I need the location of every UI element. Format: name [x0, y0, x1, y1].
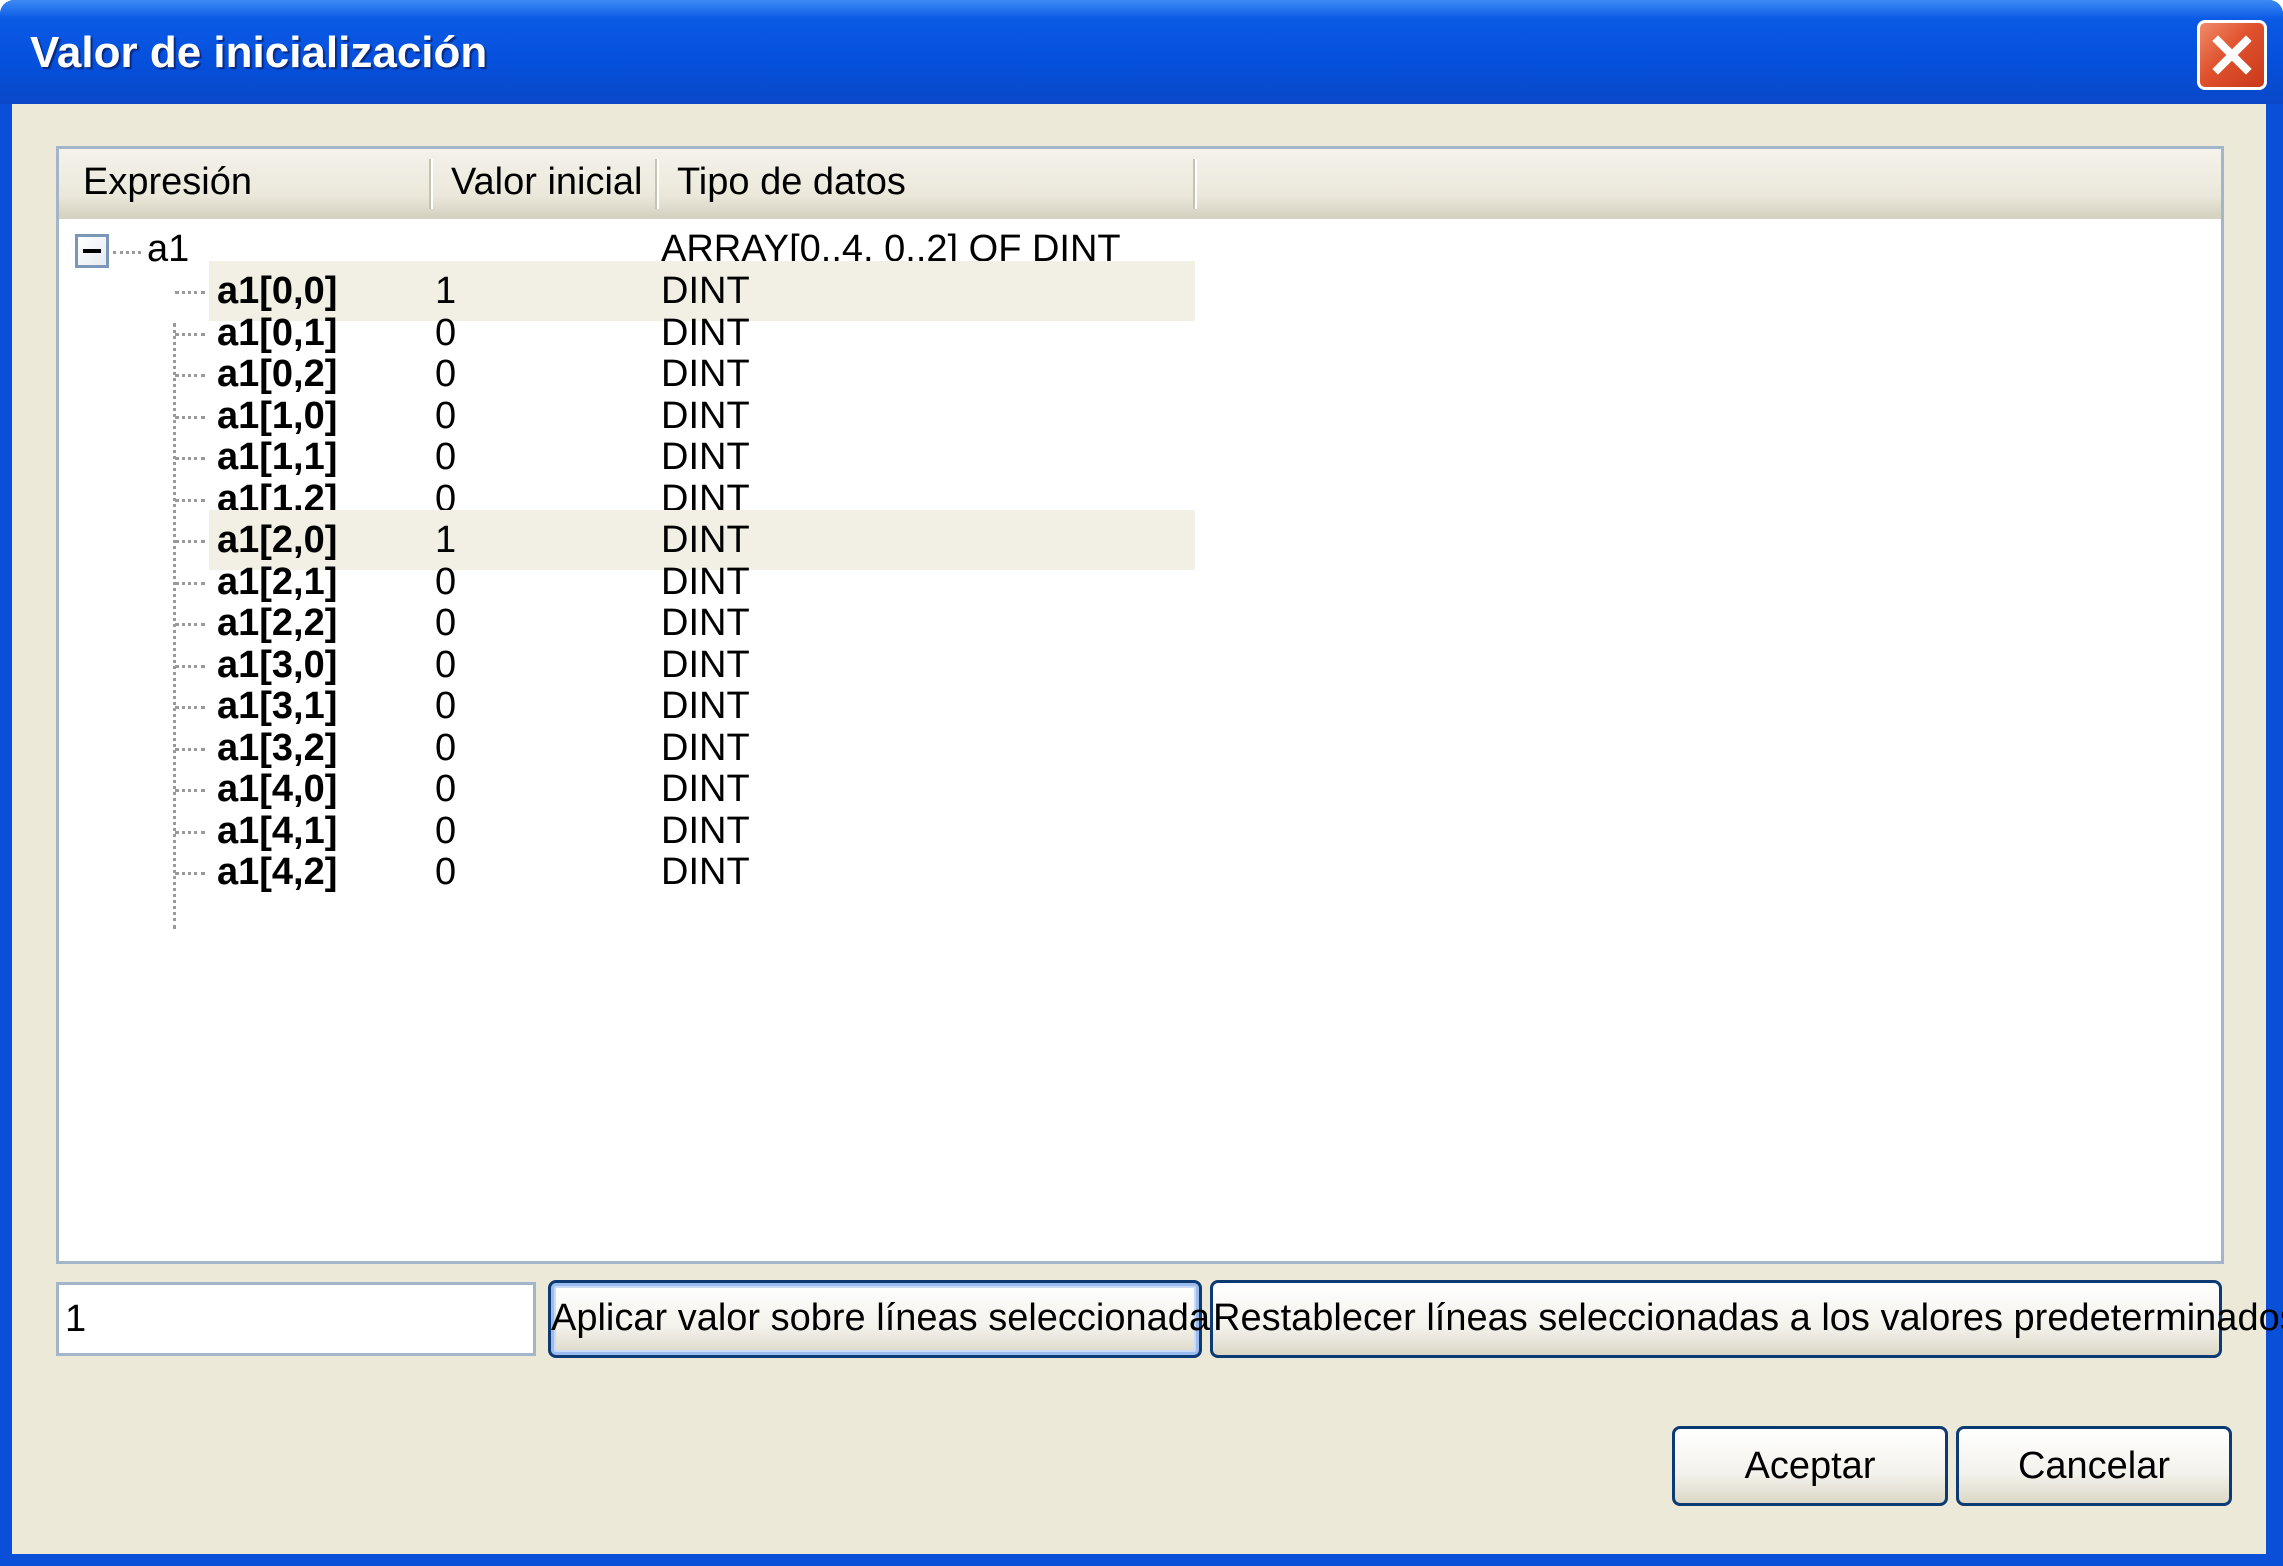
row-expression: a1[4,2]: [217, 851, 338, 893]
tree-connector-line: [175, 457, 205, 460]
tree-connector-line: [175, 831, 205, 834]
tree-connector-line: [175, 374, 205, 377]
row-initial-value[interactable]: 0: [435, 842, 456, 902]
tree-connector-line: [175, 333, 205, 336]
title-bar[interactable]: Valor de inicialización: [0, 0, 2283, 104]
tree-connector-line: [175, 499, 205, 502]
dialog-client-area: Expresión Valor inicial Tipo de datos a1…: [12, 104, 2283, 1554]
tree-connector-line: [175, 789, 205, 792]
tree-connector-line: [175, 872, 205, 875]
initial-value-input[interactable]: 1: [56, 1282, 536, 1356]
ok-button[interactable]: Aceptar: [1672, 1426, 1948, 1506]
init-value-tree-list[interactable]: Expresión Valor inicial Tipo de datos a1…: [56, 146, 2224, 1264]
column-header-row: Expresión Valor inicial Tipo de datos: [59, 149, 2221, 219]
column-header-initial-value[interactable]: Valor inicial: [451, 149, 642, 216]
column-header-expression[interactable]: Expresión: [83, 149, 252, 216]
column-separator[interactable]: [655, 159, 659, 209]
column-header-data-type[interactable]: Tipo de datos: [677, 149, 906, 216]
tree-connector-line: [175, 623, 205, 626]
column-separator[interactable]: [1193, 159, 1197, 209]
tree-row[interactable]: a1[4,2] 0 DINT: [59, 842, 2221, 902]
tree-connector-line: [175, 291, 205, 294]
window-title: Valor de inicialización: [30, 28, 488, 77]
row-data-type: DINT: [661, 851, 750, 893]
tree-connector-line: [175, 706, 205, 709]
dialog-window: Valor de inicialización Expresión Valor …: [0, 0, 2283, 1566]
tree-connector-line: [175, 748, 205, 751]
tree-connector-line: [175, 582, 205, 585]
minus-icon: [83, 249, 101, 253]
close-button[interactable]: [2197, 20, 2267, 90]
tree-rows: a1 ARRAY[0..4, 0..2] OF DINT a1[0,0] 1 DIN…: [59, 219, 2221, 1259]
close-icon: [2212, 35, 2252, 75]
apply-value-button[interactable]: Aplicar valor sobre líneas seleccionadas: [548, 1280, 1229, 1358]
tree-connector-line: [175, 416, 205, 419]
tree-connector-line: [113, 251, 141, 254]
tree-connector-line: [175, 665, 205, 668]
cancel-button[interactable]: Cancelar: [1956, 1426, 2232, 1506]
reset-defaults-button[interactable]: Restablecer líneas seleccionadas a los v…: [1210, 1280, 2283, 1358]
tree-connector-line: [175, 540, 205, 543]
column-separator[interactable]: [429, 159, 433, 209]
